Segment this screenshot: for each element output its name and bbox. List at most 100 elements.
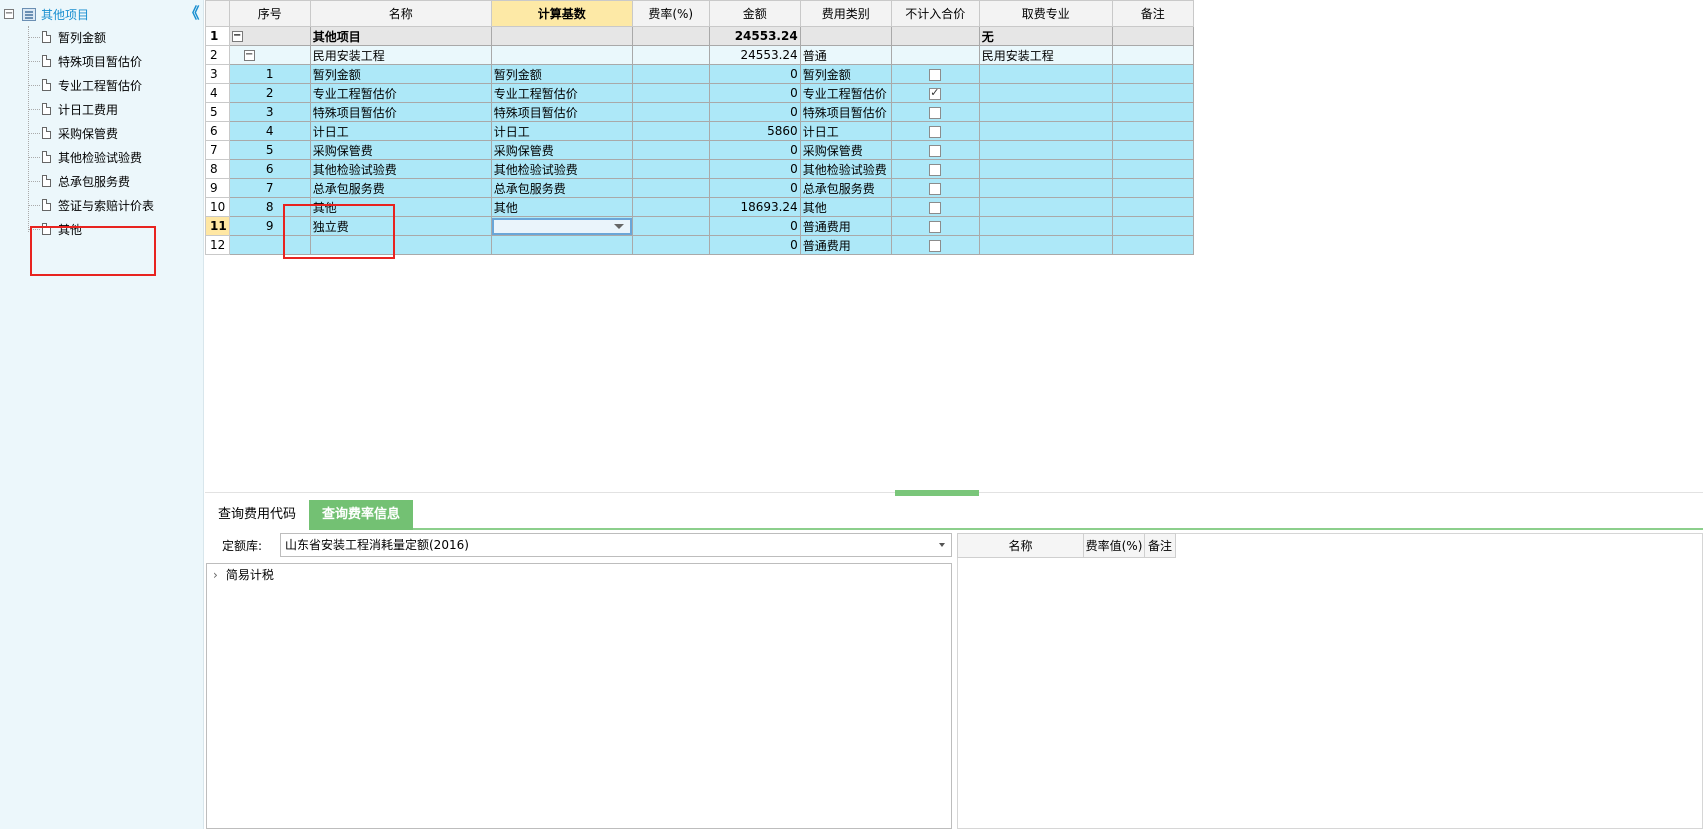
row-number[interactable]: 4	[205, 83, 230, 103]
quota-library-select[interactable]: 山东省安装工程消耗量定额(2016)	[280, 533, 952, 557]
column-header-amount[interactable]: 金额	[708, 0, 801, 27]
column-header-rate-name[interactable]: 名称	[957, 533, 1084, 558]
table-row[interactable]: 6 4 计日工 计日工 5860 计日工	[205, 121, 1194, 141]
table-row[interactable]: 2 − 民用安装工程 24553.24 普通 民用安装工程	[205, 45, 1194, 65]
tree-collapse-icon[interactable]: −	[4, 9, 14, 19]
specialty-cell[interactable]	[978, 102, 1113, 122]
row-number[interactable]: 3	[205, 64, 230, 84]
amount-cell[interactable]: 0	[708, 102, 801, 122]
row-number[interactable]: 9	[205, 178, 230, 198]
seq-cell[interactable]: 2	[228, 83, 311, 103]
rate-cell[interactable]	[631, 140, 710, 160]
category-cell[interactable]: 计日工	[799, 121, 892, 141]
exclude-checkbox[interactable]	[929, 220, 942, 233]
row-number[interactable]: 12	[205, 235, 230, 255]
column-header-seq[interactable]: 序号	[228, 0, 311, 27]
remark-cell[interactable]	[1111, 64, 1194, 84]
row-number[interactable]: 1	[205, 26, 230, 46]
amount-cell[interactable]: 0	[708, 159, 801, 179]
tree-node-simple-tax[interactable]: › 简易计税	[213, 566, 274, 583]
rate-cell[interactable]	[631, 235, 710, 255]
amount-cell[interactable]: 0	[708, 64, 801, 84]
rate-cell[interactable]	[631, 178, 710, 198]
name-cell[interactable]: 特殊项目暂估价	[309, 102, 492, 122]
amount-cell[interactable]: 24553.24	[708, 45, 801, 65]
exclude-checkbox[interactable]	[929, 106, 942, 119]
sidebar-item-procurement-fee[interactable]: 采购保管费	[28, 122, 118, 144]
specialty-cell[interactable]	[978, 178, 1113, 198]
seq-cell[interactable]: −	[228, 26, 311, 46]
amount-cell[interactable]: 18693.24	[708, 197, 801, 217]
base-cell[interactable]: 其他	[490, 197, 633, 217]
remark-cell[interactable]	[1111, 26, 1194, 46]
tab-query-fee-code[interactable]: 查询费用代码	[205, 500, 309, 530]
rate-cell[interactable]	[631, 216, 710, 236]
name-cell[interactable]: 采购保管费	[309, 140, 492, 160]
remark-cell[interactable]	[1111, 197, 1194, 217]
seq-cell[interactable]: 1	[228, 64, 311, 84]
seq-cell[interactable]: 4	[228, 121, 311, 141]
exclude-checkbox[interactable]	[929, 182, 942, 195]
exclude-checkbox[interactable]	[929, 239, 942, 252]
tree-collapse-icon[interactable]: −	[243, 50, 255, 61]
category-cell[interactable]: 普通	[799, 45, 892, 65]
rate-cell[interactable]	[631, 83, 710, 103]
tree-collapse-icon[interactable]: −	[231, 31, 243, 42]
rate-cell[interactable]	[631, 26, 710, 46]
remark-cell[interactable]	[1111, 140, 1194, 160]
name-cell[interactable]: 暂列金额	[309, 64, 492, 84]
seq-cell[interactable]: 7	[228, 178, 311, 198]
remark-cell[interactable]	[1111, 121, 1194, 141]
base-cell[interactable]: 计日工	[490, 121, 633, 141]
amount-cell[interactable]: 0	[708, 140, 801, 160]
amount-cell[interactable]: 0	[708, 83, 801, 103]
table-row[interactable]: 1 − 其他项目 24553.24 无	[205, 26, 1194, 46]
remark-cell[interactable]	[1111, 159, 1194, 179]
sidebar-item-general-contract-fee[interactable]: 总承包服务费	[28, 170, 130, 192]
specialty-cell[interactable]	[978, 216, 1113, 236]
tab-query-rate-info[interactable]: 查询费率信息	[309, 500, 413, 530]
column-header-rate-value[interactable]: 费率值(%)	[1083, 533, 1145, 558]
sidebar-item-specialty-estimate[interactable]: 专业工程暂估价	[28, 74, 142, 96]
amount-cell[interactable]: 24553.24	[708, 26, 801, 46]
specialty-cell[interactable]	[978, 140, 1113, 160]
exclude-checkbox[interactable]	[929, 68, 942, 81]
base-cell[interactable]: 专业工程暂估价	[490, 83, 633, 103]
row-number[interactable]: 6	[205, 121, 230, 141]
remark-cell[interactable]	[1111, 45, 1194, 65]
table-row[interactable]: 4 2 专业工程暂估价 专业工程暂估价 0 专业工程暂估价	[205, 83, 1194, 103]
category-cell[interactable]: 采购保管费	[799, 140, 892, 160]
sidebar-item-provisional-sum[interactable]: 暂列金额	[28, 26, 106, 48]
base-cell[interactable]	[490, 235, 633, 255]
column-header-name[interactable]: 名称	[309, 0, 492, 27]
category-cell[interactable]: 其他检验试验费	[799, 159, 892, 179]
sidebar-item-inspection-fee[interactable]: 其他检验试验费	[28, 146, 142, 168]
sidebar-item-special-project-estimate[interactable]: 特殊项目暂估价	[28, 50, 142, 72]
column-header-base[interactable]: 计算基数	[490, 0, 633, 27]
row-number[interactable]: 2	[205, 45, 230, 65]
category-cell[interactable]: 暂列金额	[799, 64, 892, 84]
table-row[interactable]: 8 6 其他检验试验费 其他检验试验费 0 其他检验试验费	[205, 159, 1194, 179]
row-number[interactable]: 10	[205, 197, 230, 217]
seq-cell[interactable]: 6	[228, 159, 311, 179]
table-row[interactable]: 9 7 总承包服务费 总承包服务费 0 总承包服务费	[205, 178, 1194, 198]
exclude-checkbox[interactable]	[929, 163, 942, 176]
specialty-cell[interactable]	[978, 64, 1113, 84]
category-cell[interactable]: 总承包服务费	[799, 178, 892, 198]
exclude-checkbox[interactable]	[929, 125, 942, 138]
base-dropdown-cell[interactable]	[490, 216, 633, 236]
rate-cell[interactable]	[631, 102, 710, 122]
amount-cell[interactable]: 5860	[708, 121, 801, 141]
column-header-remark[interactable]: 备注	[1111, 0, 1194, 27]
remark-cell[interactable]	[1111, 235, 1194, 255]
base-cell[interactable]: 采购保管费	[490, 140, 633, 160]
table-row[interactable]: 3 1 暂列金额 暂列金额 0 暂列金额	[205, 64, 1194, 84]
remark-cell[interactable]	[1111, 83, 1194, 103]
column-header-rate-remark[interactable]: 备注	[1144, 533, 1176, 558]
seq-cell[interactable]: 3	[228, 102, 311, 122]
specialty-cell[interactable]	[978, 121, 1113, 141]
column-header-category[interactable]: 费用类别	[799, 0, 892, 27]
specialty-cell[interactable]	[978, 235, 1113, 255]
rate-cell[interactable]	[631, 197, 710, 217]
exclude-checkbox[interactable]	[929, 201, 942, 214]
